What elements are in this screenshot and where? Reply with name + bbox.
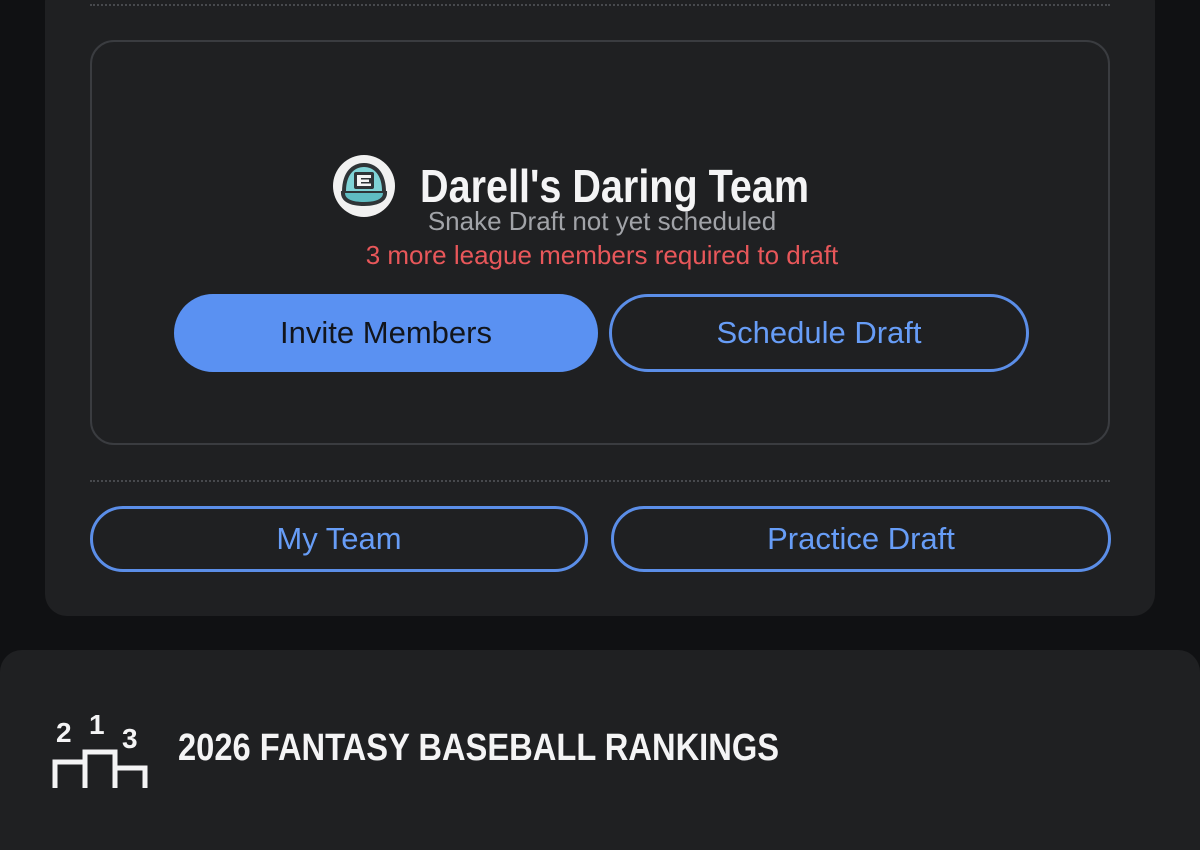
- team-name: Darell's Daring Team: [420, 160, 810, 212]
- podium-icon: 2 1 3: [52, 714, 148, 788]
- divider: [90, 4, 1110, 6]
- members-required-warning: 3 more league members required to draft: [365, 240, 839, 270]
- my-team-button[interactable]: My Team: [90, 506, 588, 572]
- invite-members-button[interactable]: Invite Members: [174, 294, 598, 372]
- rankings-title: 2026 FANTASY BASEBALL RANKINGS: [178, 727, 780, 769]
- svg-text:3: 3: [122, 723, 138, 754]
- practice-draft-button[interactable]: Practice Draft: [611, 506, 1111, 572]
- svg-text:2: 2: [56, 717, 72, 748]
- svg-text:1: 1: [89, 714, 105, 740]
- draft-panel: Darell's Daring Team Snake Draft not yet…: [90, 40, 1110, 445]
- schedule-draft-button[interactable]: Schedule Draft: [609, 294, 1029, 372]
- divider: [90, 480, 1110, 482]
- draft-status-text: Snake Draft not yet scheduled: [427, 206, 777, 236]
